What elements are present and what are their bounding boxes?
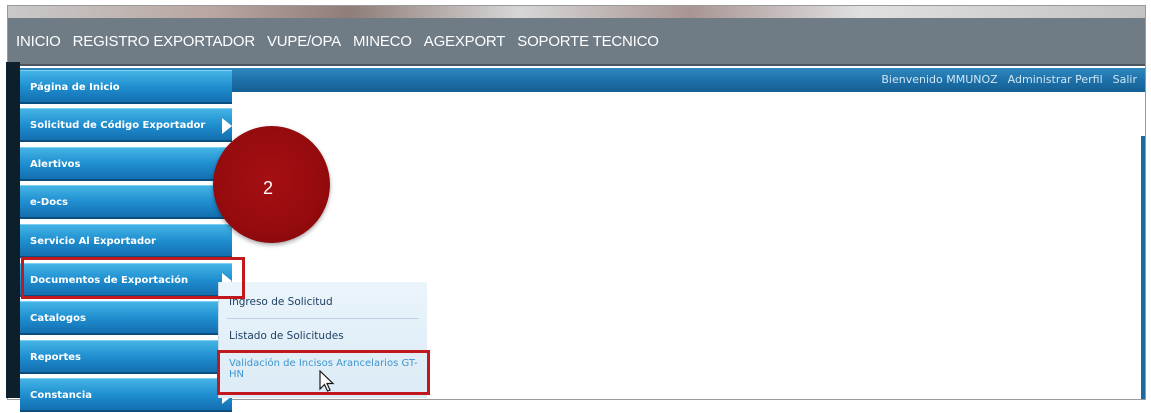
sidebar-item-servicio-al-exportador[interactable]: Servicio Al Exportador (20, 224, 232, 258)
top-navigation-bar: INICIO REGISTRO EXPORTADOR VUPE/OPA MINE… (8, 18, 1145, 66)
sidebar-item-label: Reportes (30, 352, 81, 363)
sidebar-item-label: Constancia (30, 390, 93, 401)
content-right-border (1141, 136, 1145, 399)
nav-item-mineco[interactable]: MINECO (353, 33, 412, 50)
submenu-arrow-icon (222, 118, 232, 134)
sidebar-item-reportes[interactable]: Reportes (20, 340, 232, 374)
sidebar-item-label: Página de Inicio (30, 82, 120, 93)
sidebar-item-solicitud-codigo-exportador[interactable]: Solicitud de Código Exportador (20, 108, 232, 142)
nav-item-vupe-opa[interactable]: VUPE/OPA (267, 33, 341, 50)
highlight-box-documentos (21, 257, 245, 299)
sidebar-item-e-docs[interactable]: e-Docs (20, 185, 232, 219)
nav-item-inicio[interactable]: INICIO (16, 33, 61, 50)
sidebar-item-catalogos[interactable]: Catalogos (20, 301, 232, 335)
sidebar-item-label: Alertivos (30, 159, 81, 170)
manage-profile-link[interactable]: Administrar Perfil (1008, 73, 1103, 86)
nav-item-registro-exportador[interactable]: REGISTRO EXPORTADOR (73, 33, 256, 50)
submenu-item-listado-de-solicitudes[interactable]: Listado de Solicitudes (229, 330, 344, 342)
sidebar-item-label: Catalogos (30, 313, 86, 324)
header-banner-image (8, 6, 1145, 18)
sidebar-item-label: Solicitud de Código Exportador (30, 120, 206, 131)
step-number-badge: 2 (213, 126, 330, 243)
mouse-cursor-icon (319, 370, 335, 392)
sidebar-item-label: e-Docs (30, 197, 68, 208)
submenu-divider (227, 318, 419, 319)
welcome-user-text: Bienvenido MMUNOZ (881, 73, 998, 86)
step-number: 2 (263, 178, 274, 198)
logout-link[interactable]: Salir (1113, 73, 1137, 86)
sidebar-item-pagina-de-inicio[interactable]: Página de Inicio (20, 70, 232, 104)
sidebar-item-constancia[interactable]: Constancia (20, 378, 232, 412)
sidebar-item-alertivos[interactable]: Alertivos (20, 147, 232, 181)
nav-item-agexport[interactable]: AGEXPORT (424, 33, 506, 50)
nav-item-soporte-tecnico[interactable]: SOPORTE TECNICO (517, 33, 659, 50)
sidebar-background (6, 62, 20, 398)
sidebar-item-label: Servicio Al Exportador (30, 236, 156, 247)
